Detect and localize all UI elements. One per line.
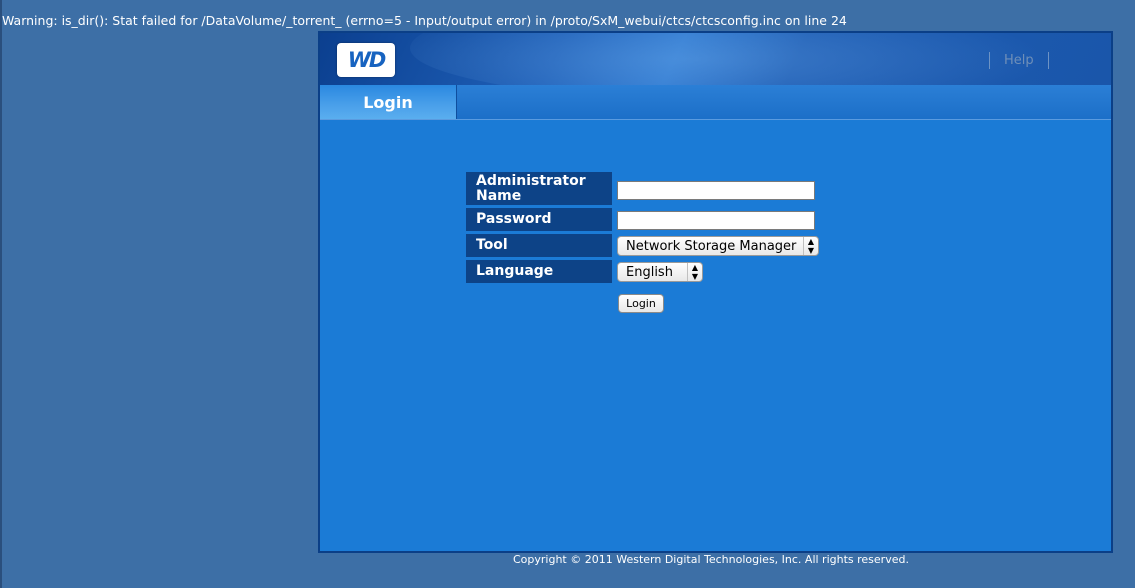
password-label: Password — [466, 208, 612, 231]
tool-label: Tool — [466, 234, 612, 257]
copyright-text: Copyright © 2011 Western Digital Technol… — [513, 553, 909, 566]
language-selected-value: English — [626, 265, 673, 280]
tab-bar: Login — [320, 85, 1111, 120]
password-input[interactable] — [617, 211, 815, 230]
language-label: Language — [466, 260, 612, 283]
wd-logo-text: WD — [347, 48, 387, 72]
tool-selected-value: Network Storage Manager — [626, 239, 797, 254]
header-banner: WD Help — [320, 33, 1111, 85]
wd-logo: WD — [337, 43, 395, 77]
language-select[interactable]: English ▲ ▼ — [617, 262, 703, 282]
select-arrows-icon: ▲ ▼ — [803, 237, 818, 255]
window-edge — [0, 0, 2, 588]
login-panel: WD Help Login Administrator Name Passwor… — [318, 31, 1113, 553]
help-link[interactable]: Help — [989, 52, 1049, 69]
tool-select[interactable]: Network Storage Manager ▲ ▼ — [617, 236, 819, 256]
tab-login[interactable]: Login — [320, 85, 457, 119]
php-warning-text: Warning: is_dir(): Stat failed for /Data… — [2, 13, 847, 28]
select-arrows-icon: ▲ ▼ — [687, 263, 702, 281]
admin-name-input[interactable] — [617, 181, 815, 200]
admin-name-label: Administrator Name — [466, 172, 612, 205]
login-button[interactable]: Login — [618, 294, 664, 313]
